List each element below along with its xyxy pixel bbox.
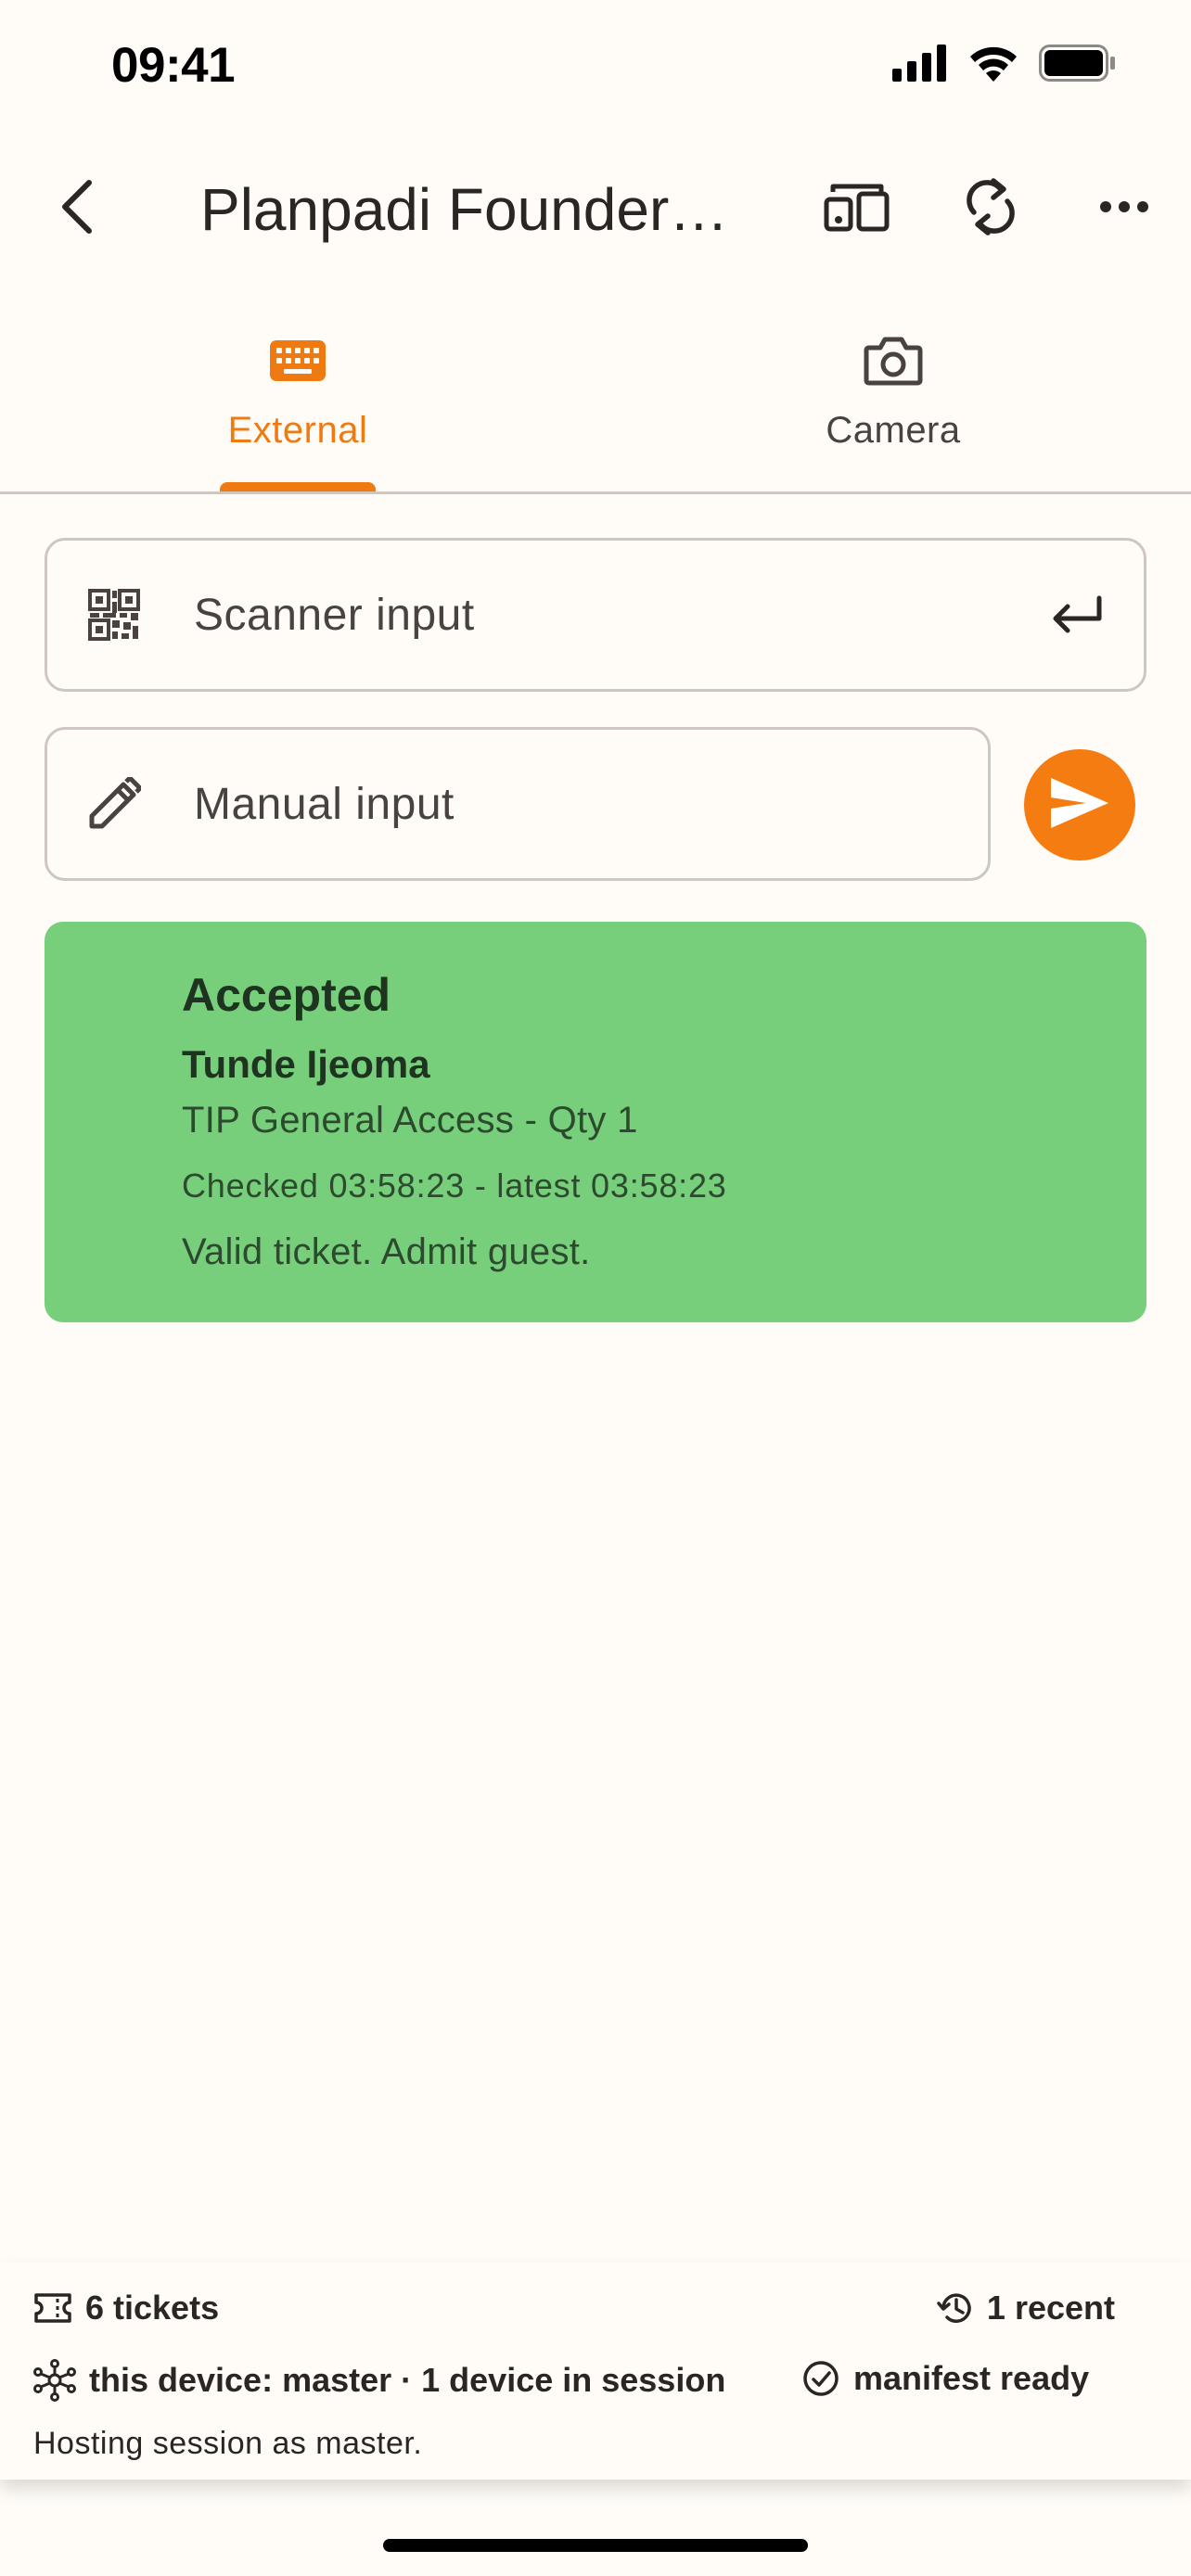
camera-icon (861, 328, 926, 393)
manifest-status: manifest ready (801, 2359, 1089, 2398)
more-horizontal-icon (1098, 199, 1150, 219)
send-icon (1049, 776, 1110, 835)
qr-code-icon (84, 585, 144, 644)
status-bar: 09:41 (0, 0, 1191, 139)
back-arrow-icon (56, 177, 100, 241)
hub-icon (33, 2359, 76, 2402)
recent-count-label: 1 recent (986, 2289, 1115, 2327)
scanner-input[interactable] (192, 577, 938, 653)
page-title: Planpadi Founders Night (200, 176, 748, 243)
status-icons (892, 45, 1117, 82)
scan-result-card: Accepted Tunde Ijeoma TIP General Access… (45, 922, 1146, 1322)
pencil-icon (84, 774, 144, 834)
hosting-note: Hosting session as master. (33, 2426, 423, 2461)
session-footer: 6 tickets 1 recent this device: master ·… (0, 2263, 1191, 2480)
devices-button[interactable] (820, 172, 894, 246)
guest-name: Tunde Ijeoma (182, 1042, 430, 1086)
tickets-count-label: 6 tickets (85, 2289, 220, 2327)
history-icon (937, 2289, 974, 2327)
checked-time: Checked 03:58:23 - latest 03:58:23 (182, 1167, 727, 1205)
enter-key-icon[interactable] (1044, 581, 1110, 648)
keyboard-icon (265, 328, 330, 393)
app-bar: Planpadi Founders Night (0, 139, 1191, 278)
scan-mode-tabs: External Camera (0, 308, 1191, 494)
tab-camera-label: Camera (826, 410, 961, 451)
manual-input-field (45, 727, 991, 881)
wifi-icon (968, 45, 1018, 82)
ticket-type: TIP General Access - Qty 1 (182, 1100, 638, 1141)
manual-input[interactable] (192, 766, 938, 842)
status-time: 09:41 (111, 38, 236, 93)
scanner-screen: 09:41 Planpadi Founders External Camera … (0, 0, 1191, 2576)
tickets-count: 6 tickets (33, 2289, 219, 2327)
recent-scans[interactable]: 1 recent (937, 2289, 1115, 2327)
tab-external[interactable]: External (0, 308, 596, 491)
check-circle-icon (801, 2359, 840, 2398)
result-status: Accepted (182, 969, 391, 1021)
home-indicator[interactable] (383, 2539, 808, 2552)
sync-button[interactable] (954, 172, 1028, 246)
battery-icon (1039, 45, 1117, 82)
ticket-icon (33, 2292, 72, 2324)
active-tab-indicator (220, 482, 376, 491)
back-button[interactable] (41, 172, 115, 246)
more-options-button[interactable] (1087, 172, 1161, 246)
devices-icon (824, 181, 890, 237)
send-button[interactable] (1024, 749, 1135, 861)
tab-external-label: External (227, 410, 368, 451)
manifest-status-label: manifest ready (853, 2359, 1090, 2397)
device-role: this device: master · 1 device in sessio… (33, 2359, 725, 2402)
cellular-signal-icon (892, 45, 948, 82)
sync-icon (963, 177, 1018, 241)
result-message: Valid ticket. Admit guest. (182, 1231, 591, 1272)
scanner-input-field (45, 538, 1146, 692)
tab-camera[interactable]: Camera (596, 308, 1191, 491)
device-role-label: this device: master · 1 device in sessio… (89, 2361, 726, 2399)
